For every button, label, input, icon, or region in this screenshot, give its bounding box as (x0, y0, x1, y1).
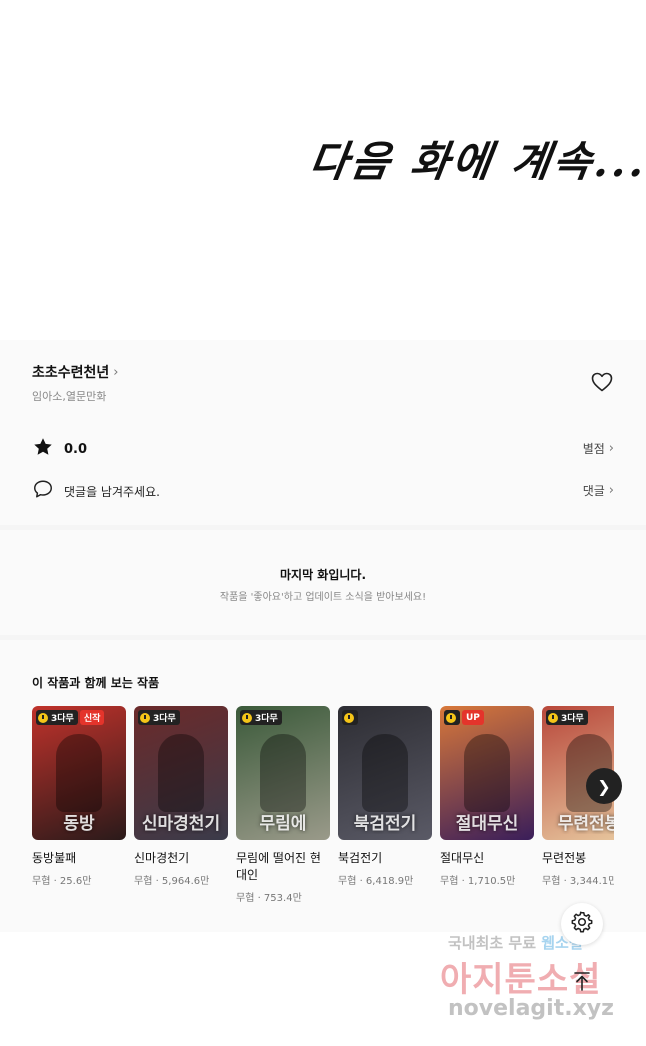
star-icon (32, 436, 54, 462)
recommendation-item[interactable]: 3다무 신작동방동방불패무협 · 25.6만 (32, 706, 126, 887)
badge-row: 3다무 (546, 710, 588, 725)
recommendation-title: 신마경천기 (134, 851, 190, 865)
recommendation-thumbnail: 3다무신마경천기 (134, 706, 228, 840)
rate-label: 별점 (582, 442, 605, 456)
recommendations-carousel: 3다무 신작 동방 동방불패 무협 · 25.6만 3다무 신마경천기 신마경천기 무협 · 5… (32, 706, 614, 916)
episode-ending-panel: 다음 화에 계속... (0, 0, 646, 340)
chevron-right-icon: ❯ (597, 776, 611, 796)
recommendation-thumbnail: 3다무 신작동방 (32, 706, 126, 840)
cover-title-art: 무림에 (259, 814, 307, 834)
work-authors: 임아소,열문만화 (32, 390, 107, 403)
chevron-right-icon: › (608, 483, 614, 498)
recommendation-item[interactable]: 3다무무림에무림에 떨어진 현대인무협 · 753.4만 (236, 706, 330, 904)
recommendation-thumbnail: 3다무무림에 (236, 706, 330, 840)
wait-free-badge: 3다무 (240, 710, 282, 725)
cover-figure (56, 734, 102, 812)
comment-prompt-row[interactable]: 댓글을 남겨주세요. (32, 478, 160, 504)
status-badge: 신작 (79, 710, 105, 725)
clock-badge (444, 710, 460, 725)
recommendation-thumbnail: UP 절대무신 (440, 706, 534, 840)
recommendation-meta: 무협 · 1,710.5만 (440, 876, 516, 887)
recommendation-title: 북검전기 (338, 851, 383, 865)
scroll-to-top-button[interactable] (561, 962, 603, 1004)
carousel-next-button[interactable]: ❯ (586, 768, 622, 804)
rate-button[interactable]: 별점 › (583, 440, 614, 457)
clock-badge (342, 710, 358, 725)
wait-free-badge: 3다무 (138, 710, 180, 725)
badge-row: 3다무 신작 (36, 710, 105, 725)
cover-figure (260, 734, 306, 812)
clock-icon (242, 712, 252, 723)
last-episode-card: 마지막 화입니다. 작품을 '좋아요'하고 업데이트 소식을 받아보세요! (0, 530, 646, 635)
recommendation-meta: 무협 · 753.4만 (236, 893, 302, 904)
speech-bubble-icon (32, 478, 54, 504)
like-heart-icon[interactable] (590, 370, 614, 394)
chevron-right-icon: › (113, 364, 119, 380)
gear-icon (570, 910, 594, 938)
clock-icon (38, 712, 48, 723)
last-episode-subtitle: 작품을 '좋아요'하고 업데이트 소식을 받아보세요! (219, 592, 427, 603)
recommendation-meta: 무협 · 5,964.6만 (134, 876, 210, 887)
chevron-right-icon: › (608, 441, 614, 456)
to-be-continued-text: 다음 화에 계속... (306, 137, 646, 186)
cover-title-art: 동방 (63, 814, 95, 834)
rating-row: 0.0 (32, 436, 87, 462)
watermark: 국내최초 무료 웹소설 아지툰소설 novelagit.xyz (440, 932, 640, 1032)
comment-prompt: 댓글을 남겨주세요. (64, 484, 160, 499)
clock-icon (446, 712, 456, 723)
recommendation-thumbnail: 북검전기 (338, 706, 432, 840)
badge-row: UP (444, 710, 484, 725)
cover-figure (464, 734, 510, 812)
settings-button[interactable] (561, 903, 603, 945)
recommendation-item[interactable]: 북검전기 북검전기 무협 · 6,418.9만 (338, 706, 432, 887)
cover-title-art: 무련전봉 (557, 814, 614, 834)
status-badge: UP (462, 710, 484, 725)
clock-icon (548, 712, 558, 723)
recommendations-card: 이 작품과 함께 보는 작품 3다무 신작 동방 동방불패 무협 · 25.6만 3다무 신… (0, 640, 646, 932)
recommendation-meta: 무협 · 3,344.1만 (542, 876, 614, 887)
cover-figure (158, 734, 204, 812)
wait-free-badge: 3다무 (36, 710, 78, 725)
recommendation-meta: 무협 · 6,418.9만 (338, 876, 414, 887)
arrow-up-icon (570, 969, 594, 997)
rating-value: 0.0 (64, 441, 88, 457)
comments-button[interactable]: 댓글 › (583, 482, 614, 499)
work-title: 초초수련천년 (32, 365, 110, 381)
recommendation-title: 절대무신 (440, 851, 485, 865)
recommendation-title: 동방불패 (32, 851, 77, 865)
watermark-line1: 국내최초 무료 웹소설 (448, 934, 583, 952)
last-episode-title: 마지막 화입니다. (279, 568, 367, 582)
recommendation-title: 무림에 떨어진 현대인 (236, 851, 321, 882)
badge-row: 3다무 (240, 710, 282, 725)
wait-free-badge: 3다무 (546, 710, 588, 725)
recommendation-title: 무련전봉 (542, 851, 587, 865)
recommendation-item[interactable]: UP 절대무신 절대무신 무협 · 1,710.5만 (440, 706, 534, 887)
cover-title-art: 신마경천기 (141, 814, 221, 834)
cover-title-art: 절대무신 (455, 814, 519, 834)
cover-figure (362, 734, 408, 812)
work-info-card: 초초수련천년 › 임아소,열문만화 0.0 별점 › 댓글을 남겨주세요. 댓글… (0, 340, 646, 525)
recommendation-item[interactable]: 3다무 신마경천기 신마경천기 무협 · 5,964.6만 (134, 706, 228, 887)
clock-icon (140, 712, 150, 723)
comments-label: 댓글 (582, 484, 605, 498)
recommendation-meta: 무협 · 25.6만 (32, 876, 92, 887)
clock-icon (344, 712, 354, 723)
work-title-link[interactable]: 초초수련천년 › (32, 362, 118, 382)
badge-row (342, 710, 358, 725)
badge-row: 3다무 (138, 710, 180, 725)
recommendations-title: 이 작품과 함께 보는 작품 (32, 676, 160, 690)
cover-title-art: 북검전기 (353, 814, 417, 834)
